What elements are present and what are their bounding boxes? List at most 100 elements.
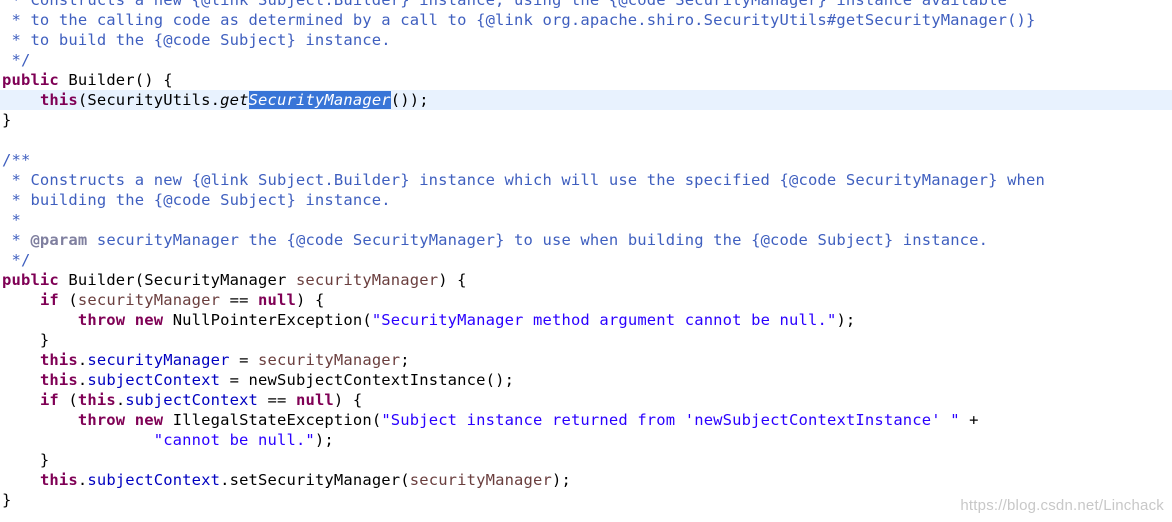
keyword-token: throw [77,311,126,329]
code-line[interactable]: * [0,210,1172,230]
keyword-token: this [39,351,78,369]
code-line[interactable]: public Builder(SecurityManager securityM… [0,270,1172,290]
code-token: } [2,331,50,349]
code-token: NullPointerException( [163,311,372,329]
code-line[interactable]: public Builder() { [0,70,1172,90]
code-token: ; [400,351,410,369]
current-code-line[interactable]: this(SecurityUtils.getSecurityManager())… [0,90,1172,110]
code-token: ); [314,431,334,449]
code-token: ); [836,311,856,329]
code-token: } [2,451,50,469]
code-line[interactable]: * Constructs a new {@link Subject.Builde… [0,0,1172,10]
code-line[interactable]: this.securityManager = securityManager; [0,350,1172,370]
code-token: . [77,371,88,389]
field-token: subjectContext [125,391,259,409]
code-line[interactable]: */ [0,250,1172,270]
code-line[interactable]: /** [0,150,1172,170]
keyword-token: throw [77,411,126,429]
comment-token: * Constructs a new {@link Subject.Builde… [2,171,1045,189]
keyword-token: new [134,311,164,329]
code-line[interactable]: throw new NullPointerException("Security… [0,310,1172,330]
code-token: ) { [333,391,363,409]
field-token: securityManager [87,351,230,369]
code-line[interactable]: this.subjectContext.setSecurityManager(s… [0,470,1172,490]
parameter-token: securityManager [295,271,439,289]
keyword-token: null [295,391,334,409]
code-line[interactable]: throw new IllegalStateException("Subject… [0,410,1172,430]
code-line[interactable]: } [0,330,1172,350]
code-line[interactable] [0,130,1172,150]
comment-token: * to the calling code as determined by a… [2,11,1036,29]
code-line[interactable]: if (this.subjectContext == null) { [0,390,1172,410]
parameter-token: securityManager [77,291,221,309]
code-token: ()); [390,91,429,109]
selected-text: SecurityManager [248,91,391,109]
static-method-token: get [220,91,249,109]
code-line[interactable]: * Constructs a new {@link Subject.Builde… [0,170,1172,190]
code-token: Builder(SecurityManager [58,271,296,289]
code-line[interactable]: * to build the {@code Subject} instance. [0,30,1172,50]
string-token: "cannot be null." [153,431,315,449]
code-token: . [77,471,88,489]
keyword-token: public [2,71,59,89]
string-token: "Subject instance returned from 'newSubj… [381,411,960,429]
code-line[interactable]: } [0,110,1172,130]
code-token: ( [58,291,78,309]
field-token: subjectContext [87,371,221,389]
comment-token: * Constructs a new {@link Subject.Builde… [2,0,1008,9]
code-token: } [2,491,12,509]
code-editor[interactable]: * Constructs a new {@link Subject.Builde… [0,0,1172,510]
code-token: = [229,351,259,369]
code-token: (SecurityUtils. [77,91,221,109]
comment-token: * [2,231,31,249]
keyword-token: this [39,471,78,489]
code-line[interactable]: */ [0,50,1172,70]
keyword-token: null [258,291,296,309]
keyword-token: if [39,291,59,309]
code-line[interactable]: } [0,450,1172,470]
watermark: https://blog.csdn.net/Linchack [960,497,1164,514]
code-line[interactable]: if (securityManager == null) { [0,290,1172,310]
code-token: } [2,111,12,129]
comment-token: */ [2,51,31,69]
code-line[interactable]: * to the calling code as determined by a… [0,10,1172,30]
code-token: == [258,391,296,409]
code-line[interactable]: "cannot be null."); [0,430,1172,450]
code-line[interactable]: * building the {@code Subject} instance. [0,190,1172,210]
code-line[interactable]: this.subjectContext = newSubjectContextI… [0,370,1172,390]
parameter-token: securityManager [258,351,401,369]
code-token: == [220,291,259,309]
comment-token: securityManager the {@code SecurityManag… [87,231,989,249]
code-token: ) { [438,271,467,289]
code-token: . [77,351,88,369]
field-token: subjectContext [87,471,221,489]
code-token: + [959,411,979,429]
code-token: . [115,391,126,409]
comment-token: * building the {@code Subject} instance. [2,191,391,209]
keyword-token: this [77,391,116,409]
code-token: .setSecurityManager( [220,471,410,489]
code-token: ( [58,391,78,409]
keyword-token: public [2,271,59,289]
keyword-token: this [39,91,78,109]
code-token: ); [551,471,571,489]
keyword-token: if [39,391,59,409]
code-token: IllegalStateException( [163,411,382,429]
code-token: = newSubjectContextInstance(); [220,371,515,389]
keyword-token: this [39,371,78,389]
javadoc-tag-token: @param [30,231,88,249]
keyword-token: new [134,411,164,429]
comment-token: * to build the {@code Subject} instance. [2,31,391,49]
code-line[interactable]: * @param securityManager the {@code Secu… [0,230,1172,250]
